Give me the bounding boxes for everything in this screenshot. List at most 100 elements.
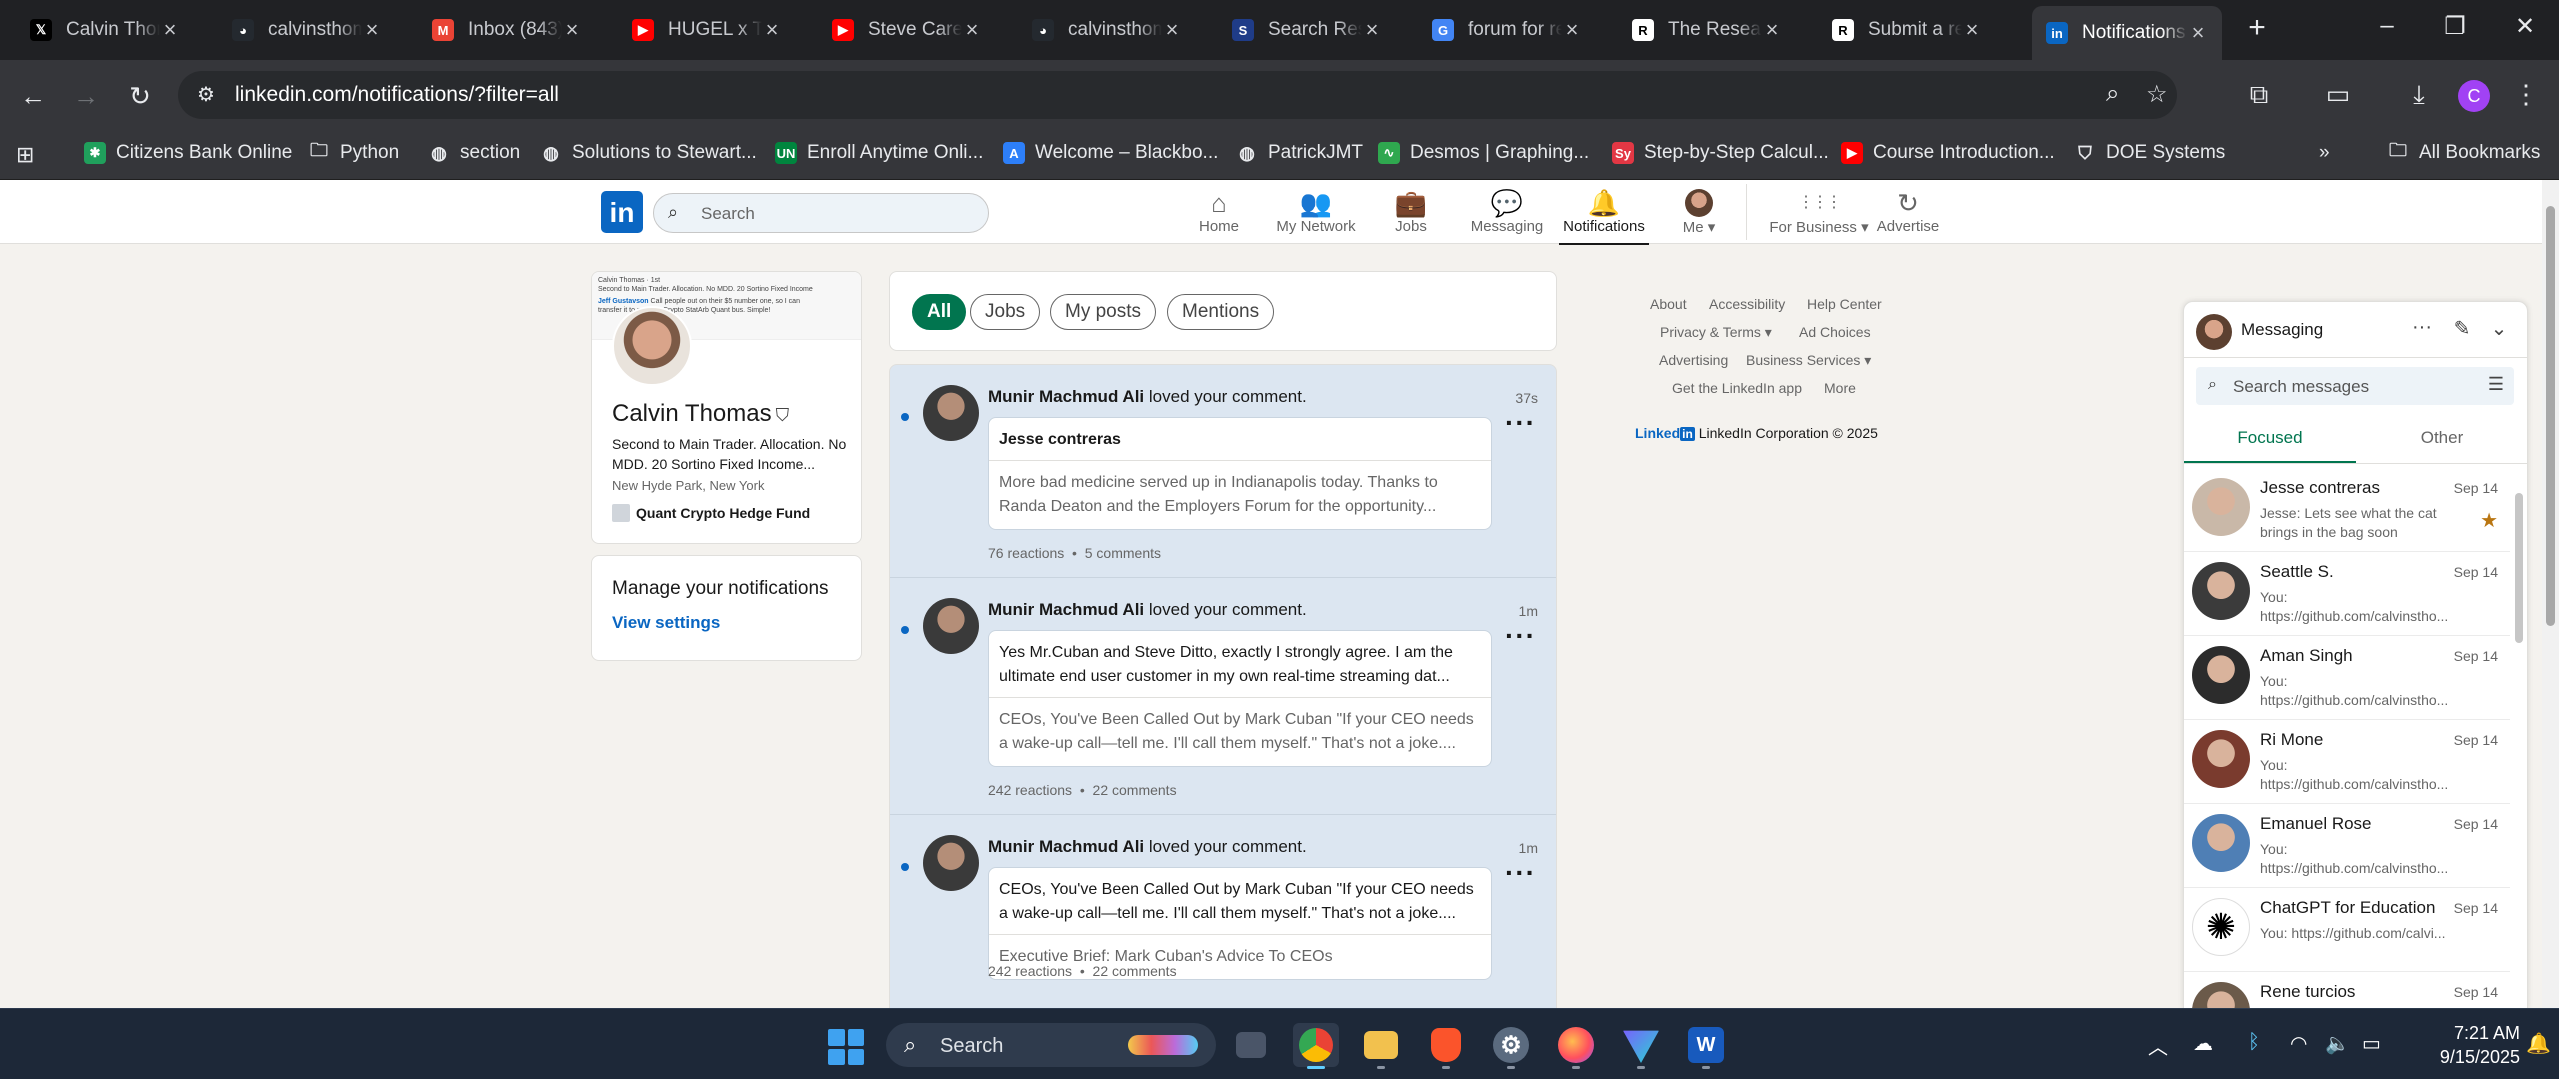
star-icon[interactable]: ★ <box>2480 508 2498 533</box>
new-tab-button[interactable]: + <box>2239 10 2275 46</box>
profile-avatar[interactable]: C <box>2458 80 2490 112</box>
bookmark-item[interactable]: ▶ Course Introduction... <box>1841 142 2055 164</box>
conversation-item[interactable]: Aman Singh Sep 14 You: https://github.com/… <box>2184 636 2510 720</box>
bookmark-item[interactable]: ⛉ DOE Systems <box>2074 142 2225 164</box>
wifi-icon[interactable]: ◠ <box>2290 1031 2307 1056</box>
filter-jobs-pill[interactable]: Jobs <box>970 294 1041 330</box>
messaging-options-icon[interactable]: ··· <box>2409 316 2435 339</box>
collapse-chevron-icon[interactable]: ⌄ <box>2486 316 2512 341</box>
search-messages-input[interactable]: ⌕ Search messages ☰ <box>2196 367 2514 405</box>
tab-other[interactable]: Other <box>2356 428 2527 464</box>
nav-home[interactable]: ⌂ Home <box>1174 188 1264 235</box>
linkedin-logo-icon[interactable]: in <box>601 191 643 233</box>
privacy-terms-link[interactable]: Privacy & Terms ▾ <box>1660 324 1772 341</box>
tab-youtube-4[interactable]: ▶ Steve Carell × <box>818 8 996 52</box>
download-icon[interactable]: ⤓ <box>2401 79 2437 111</box>
restore-window-icon[interactable]: ❐ <box>2435 12 2475 41</box>
more-options-icon[interactable]: ··· <box>1505 407 1536 439</box>
notification-item[interactable]: Munir Machmud Ali loved your comment. 1m… <box>890 578 1556 815</box>
battery-icon[interactable]: ▭ <box>2362 1031 2381 1056</box>
page-scrollbar[interactable] <box>2542 180 2559 1008</box>
all-bookmarks-folder[interactable]: 🗀 All Bookmarks <box>2387 140 2540 164</box>
settings-gear-icon[interactable]: ⚙ <box>1488 1023 1534 1069</box>
get-app-link[interactable]: Get the LinkedIn app <box>1672 380 1802 396</box>
apps-grid-icon[interactable]: ⊞ <box>16 142 34 168</box>
close-tab-icon[interactable]: × <box>1162 17 1182 43</box>
compose-message-icon[interactable]: ✎ <box>2449 316 2475 341</box>
close-tab-icon[interactable]: × <box>962 17 982 43</box>
tab-youtube-3[interactable]: ▶ HUGEL x Tom× <box>618 8 796 52</box>
tab-focused[interactable]: Focused <box>2184 428 2356 464</box>
tab-github-1[interactable]: ◕ calvinsthomas× <box>218 8 396 52</box>
nav-for-business[interactable]: ⋮⋮⋮ For Business ▾ <box>1764 188 1874 236</box>
conversation-item[interactable]: Rene turcios Sep 14 <box>2184 972 2510 1008</box>
file-explorer-icon[interactable] <box>1358 1023 1404 1069</box>
chrome-icon[interactable] <box>1293 1023 1339 1069</box>
show-hidden-icons-chevron-icon[interactable]: ︿ <box>2148 1031 2168 1060</box>
conversation-item[interactable]: Seattle S. Sep 14 You: https://github.com/… <box>2184 552 2510 636</box>
close-tab-icon[interactable]: × <box>1362 17 1382 43</box>
help-center-link[interactable]: Help Center <box>1807 296 1882 312</box>
notification-item[interactable]: Munir Machmud Ali loved your comment. 1m… <box>890 815 1556 1008</box>
about-link[interactable]: About <box>1650 296 1687 312</box>
conversation-item[interactable]: Jesse contreras Sep 14 Jesse: Lets see wha… <box>2184 468 2510 552</box>
close-window-icon[interactable]: ✕ <box>2505 12 2545 41</box>
close-tab-icon[interactable]: × <box>1962 17 1982 43</box>
nav-notifications[interactable]: 🔔 Notifications <box>1559 188 1649 245</box>
messaging-scrollbar[interactable] <box>2512 467 2526 1008</box>
close-tab-icon[interactable]: × <box>1562 17 1582 43</box>
tab-gmail-2[interactable]: M Inbox (843) × <box>418 8 596 52</box>
task-view-icon[interactable] <box>1228 1023 1274 1067</box>
bluetooth-icon[interactable]: ᛒ <box>2248 1031 2260 1054</box>
browser-menu-icon[interactable]: ⋮ <box>2508 79 2544 110</box>
vpn-icon[interactable] <box>1618 1023 1664 1069</box>
conversation-item[interactable]: ✺ ChatGPT for Education Sep 14 You: https:/… <box>2184 888 2510 972</box>
taskbar-clock[interactable]: 7:21 AM 9/15/2025 <box>2428 1021 2520 1069</box>
volume-icon[interactable]: 🔈 <box>2325 1031 2350 1056</box>
more-link[interactable]: More <box>1824 380 1856 396</box>
extensions-icon[interactable]: ⧉ <box>2241 79 2277 111</box>
notification-center-icon[interactable]: 🔔 <box>2526 1031 2551 1056</box>
comment-preview[interactable]: Jesse contreras More bad medicine served… <box>988 417 1492 530</box>
zoom-search-icon[interactable]: ⌕ <box>2106 80 2119 108</box>
nav-me[interactable]: Me ▾ <box>1654 188 1744 236</box>
nav-messaging[interactable]: 💬 Messaging <box>1462 188 1552 235</box>
tab-linkedin-10[interactable]: in Notifications × <box>2032 6 2222 60</box>
bookmark-item[interactable]: ✱ Citizens Bank Online <box>84 142 292 164</box>
close-tab-icon[interactable]: × <box>362 17 382 43</box>
tab-x-logo-0[interactable]: 𝕏 Calvin Thomas× <box>16 8 194 52</box>
conversation-item[interactable]: Ri Mone Sep 14 You: https://github.com/cal… <box>2184 720 2510 804</box>
bookmark-item[interactable]: UN Enroll Anytime Onli... <box>775 142 983 164</box>
tab-google-7[interactable]: Gforum for research× <box>1418 8 1596 52</box>
close-tab-icon[interactable]: × <box>1762 17 1782 43</box>
bookmark-item[interactable]: ◍ Solutions to Stewart... <box>540 142 757 164</box>
back-arrow-icon[interactable]: ← <box>15 78 51 114</box>
advertising-link[interactable]: Advertising <box>1659 352 1728 368</box>
filter-mentions-pill[interactable]: Mentions <box>1167 294 1275 330</box>
bookmark-item[interactable]: 🗀 Python <box>308 140 399 164</box>
notification-item[interactable]: Munir Machmud Ali loved your comment. 37… <box>890 365 1556 578</box>
profile-avatar-photo[interactable] <box>612 306 692 386</box>
bookmark-item[interactable]: A Welcome – Blackbo... <box>1003 142 1218 164</box>
close-tab-icon[interactable]: × <box>762 17 782 43</box>
filter-icon[interactable]: ☰ <box>2488 374 2504 395</box>
close-tab-icon[interactable]: × <box>2188 20 2208 46</box>
nav-jobs[interactable]: 💼 Jobs <box>1366 188 1456 235</box>
reload-icon[interactable]: ↻ <box>122 78 158 114</box>
accessibility-link[interactable]: Accessibility <box>1709 296 1785 312</box>
taskbar-search-input[interactable]: ⌕ Search <box>886 1023 1216 1067</box>
avatar[interactable] <box>923 835 979 891</box>
filter-all-pill[interactable]: All <box>912 294 967 330</box>
view-settings-link[interactable]: View settings <box>612 613 720 633</box>
more-options-icon[interactable]: ··· <box>1505 857 1536 889</box>
bookmark-item[interactable]: ◍ section <box>428 142 520 164</box>
firefox-icon[interactable] <box>1553 1023 1599 1069</box>
bookmark-star-icon[interactable]: ☆ <box>2146 80 2168 109</box>
conversation-item[interactable]: Emanuel Rose Sep 14 You: https://github.co… <box>2184 804 2510 888</box>
comment-preview[interactable]: Yes Mr.Cuban and Steve Ditto, exactly I … <box>988 630 1492 767</box>
site-info-icon[interactable]: ⚙ <box>192 81 220 109</box>
search-input[interactable]: ⌕ Search <box>653 193 989 233</box>
profile-name[interactable]: Calvin Thomas ⛉ <box>612 400 789 428</box>
profile-organization[interactable]: Quant Crypto Hedge Fund <box>612 504 810 522</box>
filter-my-posts-pill[interactable]: My posts <box>1050 294 1157 330</box>
